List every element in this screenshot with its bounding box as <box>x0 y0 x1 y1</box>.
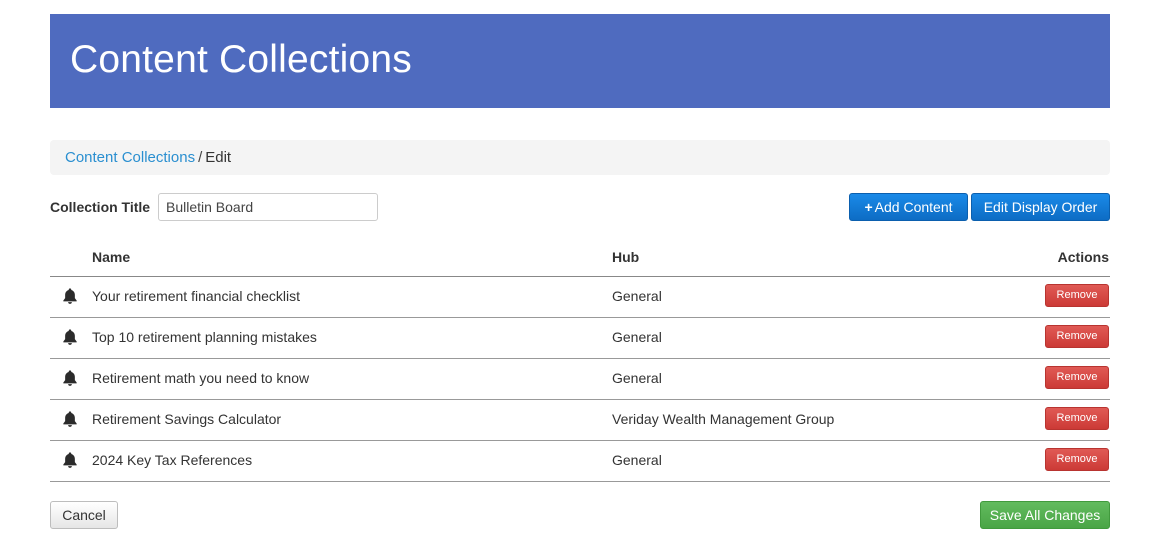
column-header-actions: Actions <box>1057 249 1109 265</box>
bell-icon <box>63 411 77 427</box>
row-hub: General <box>612 288 662 304</box>
breadcrumb-separator: / <box>198 149 203 166</box>
collection-title-label: Collection Title <box>50 199 151 215</box>
remove-button[interactable]: Remove <box>1045 366 1109 389</box>
content-table-body: Your retirement financial checklist Gene… <box>50 277 1110 482</box>
remove-button[interactable]: Remove <box>1045 407 1109 430</box>
edit-display-order-button[interactable]: Edit Display Order <box>971 193 1110 221</box>
add-content-label: Add Content <box>874 199 953 215</box>
bell-icon <box>63 288 77 304</box>
row-hub: General <box>612 329 662 345</box>
table-row: Retirement math you need to know General… <box>50 359 1110 400</box>
bell-icon <box>63 452 77 468</box>
row-hub: General <box>612 370 662 386</box>
save-all-changes-button[interactable]: Save All Changes <box>980 501 1110 529</box>
bell-icon <box>63 370 77 386</box>
row-hub: Veriday Wealth Management Group <box>612 411 835 427</box>
row-hub: General <box>612 452 662 468</box>
collection-title-input[interactable] <box>158 193 378 221</box>
breadcrumb-current: Edit <box>205 149 232 166</box>
plus-icon: + <box>864 199 873 215</box>
column-header-hub: Hub <box>612 249 640 265</box>
cancel-button[interactable]: Cancel <box>50 501 118 529</box>
remove-button[interactable]: Remove <box>1045 325 1109 348</box>
bell-icon <box>63 329 77 345</box>
table-row: 2024 Key Tax References General Remove <box>50 441 1110 482</box>
row-name: Top 10 retirement planning mistakes <box>92 329 317 345</box>
row-name: Retirement math you need to know <box>92 370 310 386</box>
column-header-name: Name <box>92 249 131 265</box>
table-header: Name Hub Actions <box>50 248 1110 277</box>
row-name: Retirement Savings Calculator <box>92 411 282 427</box>
add-content-button[interactable]: + Add Content <box>849 193 968 221</box>
page-title: Content Collections <box>70 38 412 81</box>
page-header: Content Collections <box>50 14 1110 108</box>
remove-button[interactable]: Remove <box>1045 448 1109 471</box>
breadcrumb-link-content-collections[interactable]: Content Collections <box>65 149 195 166</box>
table-row: Top 10 retirement planning mistakes Gene… <box>50 318 1110 359</box>
row-name: Your retirement financial checklist <box>92 288 301 304</box>
table-row: Retirement Savings Calculator Veriday We… <box>50 400 1110 441</box>
remove-button[interactable]: Remove <box>1045 284 1109 307</box>
table-row: Your retirement financial checklist Gene… <box>50 277 1110 318</box>
breadcrumb: Content Collections / Edit <box>50 140 1110 175</box>
row-name: 2024 Key Tax References <box>92 452 253 468</box>
